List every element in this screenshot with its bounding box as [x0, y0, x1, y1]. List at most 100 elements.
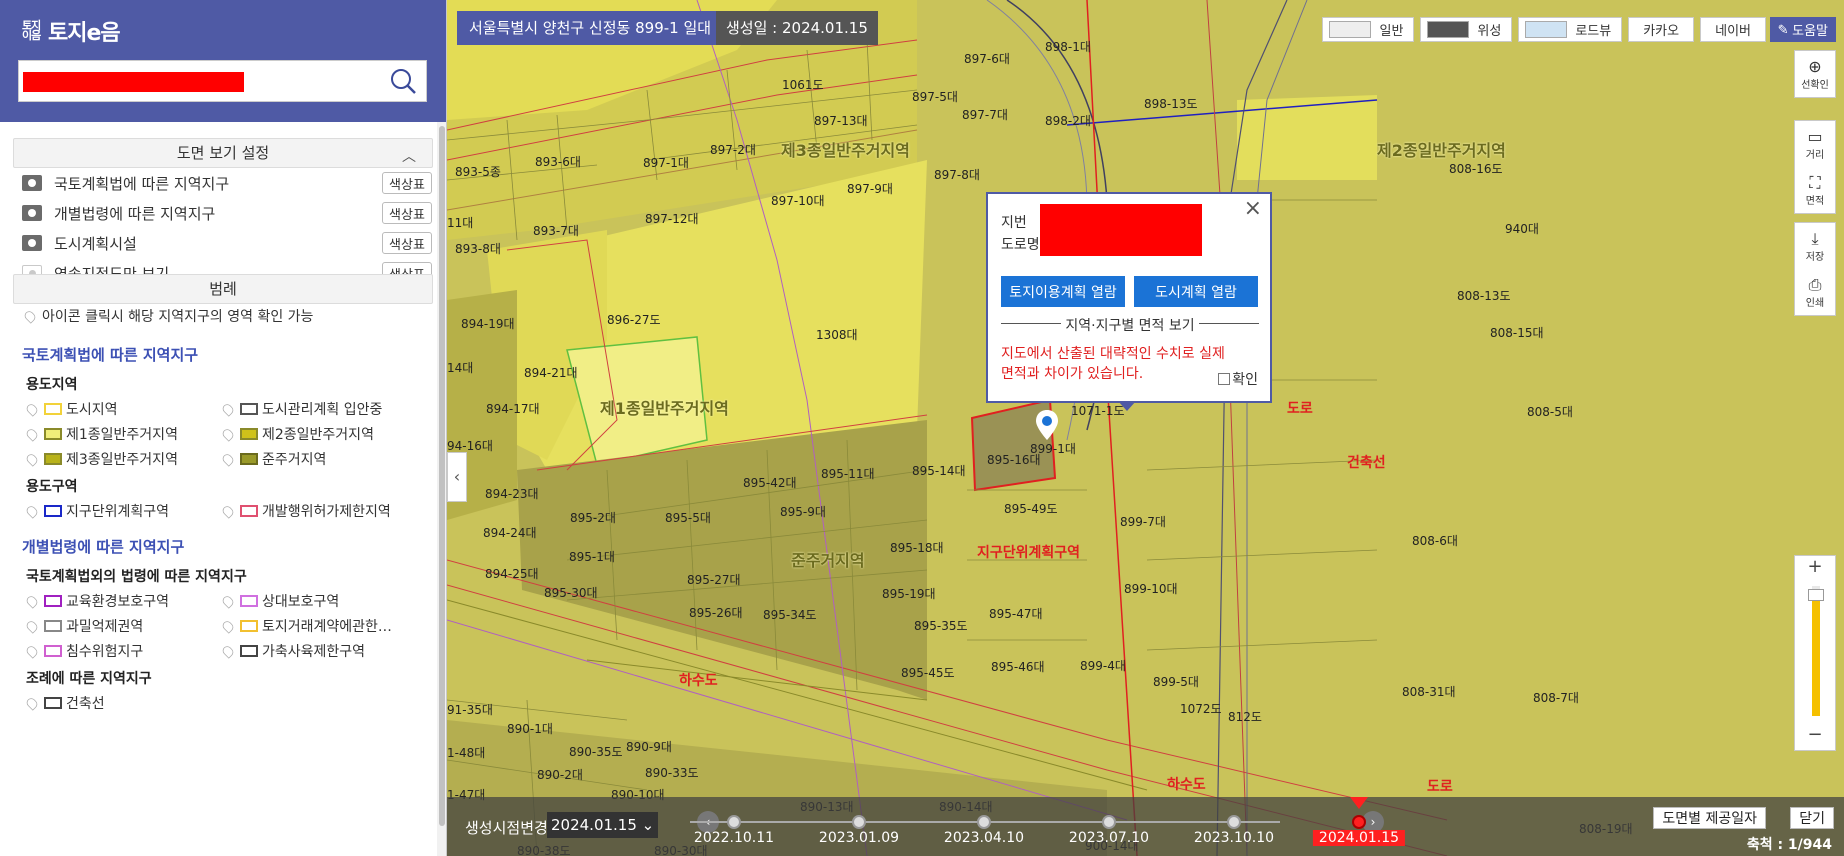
group2-sub2: 조례에 따른 지역지구	[26, 671, 152, 687]
pin-icon[interactable]	[24, 643, 40, 659]
map-type-satellite[interactable]: 위성	[1420, 17, 1513, 42]
timeline-point[interactable]	[1352, 815, 1366, 829]
close-timeline-button[interactable]: 닫기	[1790, 807, 1834, 829]
parcel-label: 897-2대	[710, 143, 756, 157]
pin-icon[interactable]	[24, 451, 40, 467]
address-redacted	[1040, 204, 1202, 256]
pin-icon[interactable]	[24, 503, 40, 519]
zoom-slider[interactable]	[1812, 586, 1820, 716]
logo-small-text: 토지 이음	[22, 19, 41, 42]
timeline-date-label[interactable]: 2023.10.10	[1194, 830, 1274, 846]
search-input[interactable]	[23, 72, 244, 92]
parcel-label: 1-48대	[447, 746, 486, 760]
close-icon[interactable]: ×	[1244, 198, 1262, 220]
land-use-plan-button[interactable]: 토지이용계획 열람	[1001, 276, 1125, 307]
parcel-label: 895-27대	[687, 573, 741, 587]
collapse-sidebar-button[interactable]: ‹	[447, 452, 467, 502]
legend-swatch	[44, 505, 62, 517]
pin-icon[interactable]	[24, 695, 40, 711]
parcel-label: 890-33도	[645, 766, 699, 780]
color-table-button[interactable]: 색상표	[382, 172, 432, 194]
print-tool[interactable]: ⎙ 인쇄	[1795, 269, 1835, 315]
parcel-label: 899-4대	[1080, 659, 1126, 673]
eye-icon[interactable]	[22, 205, 42, 221]
legend-item: 과밀억제권역	[24, 616, 143, 636]
parcel-label: 895-46대	[991, 660, 1045, 674]
sidebar-scrollbar[interactable]	[437, 122, 446, 856]
road-name-label: 도로명	[1001, 237, 1040, 253]
timeline-label: 생성시점변경	[465, 819, 548, 837]
pin-icon[interactable]	[220, 593, 236, 609]
map-type-kakao[interactable]: 카카오	[1628, 17, 1695, 42]
pin-icon[interactable]	[220, 643, 236, 659]
search-button[interactable]	[388, 67, 418, 97]
timeline-point[interactable]	[977, 815, 991, 829]
chevron-right-icon: ›	[1370, 815, 1376, 829]
pin-icon[interactable]	[24, 426, 40, 442]
location-pin-icon[interactable]	[1036, 410, 1058, 440]
legend-item: 제2종일반주거지역	[220, 424, 374, 444]
pin-icon[interactable]	[220, 618, 236, 634]
map-type-roadview[interactable]: 로드뷰	[1518, 17, 1623, 42]
pin-icon[interactable]	[24, 401, 40, 417]
line-check-tool[interactable]: ⊕ 선확인	[1795, 51, 1835, 97]
parcel-label: 895-9대	[780, 505, 826, 519]
confirm-checkbox[interactable]: 확인	[1218, 369, 1258, 389]
parcel-label: 898-13도	[1144, 97, 1198, 111]
city-plan-button[interactable]: 도시계획 열람	[1134, 276, 1258, 307]
group2-sub1: 국토계획법외의 법령에 따른 지역지구	[26, 569, 247, 585]
save-tool[interactable]: ⤓ 저장	[1795, 223, 1835, 269]
parcel-label: 897-7대	[962, 108, 1008, 122]
legend-swatch	[240, 645, 258, 657]
map-view[interactable]: 897-6대 898-1대 1061도 897-5대 897-13대 897-7대 898-…	[447, 0, 1844, 856]
pin-icon[interactable]	[220, 401, 236, 417]
timeline-date-select[interactable]: 2024.01.15 ⌄	[547, 812, 659, 838]
sidebar-content: 도면 보기 설정 ︿ 국토계획법에 따른 지역지구 색상표 개별법령에 따른 지역지…	[0, 122, 446, 856]
timeline-date-label[interactable]: 2024.01.15	[1312, 830, 1406, 846]
address-chip: 서울특별시 양천구 신정동 899-1 일대	[457, 11, 724, 45]
pin-icon[interactable]	[220, 503, 236, 519]
timeline-date-label[interactable]: 2023.01.09	[819, 830, 899, 846]
pin-icon[interactable]	[24, 593, 40, 609]
tool-group-output: ⤓ 저장 ⎙ 인쇄	[1794, 222, 1836, 316]
map-type-naver[interactable]: 네이버	[1700, 17, 1766, 42]
sidebar: 토지 이음 토지e음 도면 보기 설정 ︿ 국토계획법에 따른 지역지구 색상표 개별…	[0, 0, 447, 856]
search-icon	[391, 69, 416, 94]
zone-label: 제2종일반주거지역	[1377, 141, 1506, 160]
timeline-date-label[interactable]: 2023.04.10	[944, 830, 1024, 846]
color-table-button[interactable]: 색상표	[382, 232, 432, 254]
printer-icon: ⎙	[1808, 274, 1822, 294]
parcel-label: 11대	[447, 216, 474, 230]
zoom-knob[interactable]	[1808, 589, 1824, 602]
timeline-point[interactable]	[1227, 815, 1241, 829]
parcel-label: 895-19대	[882, 587, 936, 601]
pin-icon[interactable]	[24, 618, 40, 634]
timeline-date-label[interactable]: 2022.10.11	[694, 830, 774, 846]
distance-tool[interactable]: ▭ 거리	[1795, 121, 1835, 167]
pencil-icon: ✎	[1777, 21, 1793, 37]
timeline-point[interactable]	[1102, 815, 1116, 829]
timeline-point[interactable]	[727, 815, 741, 829]
eye-icon[interactable]	[22, 235, 42, 251]
legend-swatch	[44, 620, 62, 632]
logo-name: 토지e음	[48, 21, 121, 46]
zoom-out-button[interactable]: −	[1795, 724, 1835, 746]
timeline-point[interactable]	[852, 815, 866, 829]
area-tool[interactable]: ⛶ 면적	[1795, 167, 1835, 213]
zoom-in-button[interactable]: +	[1795, 556, 1835, 578]
pin-icon[interactable]	[220, 451, 236, 467]
map-type-basic[interactable]: 일반	[1322, 17, 1415, 42]
help-button[interactable]: ✎ 도움말	[1769, 17, 1836, 42]
dates-by-map-button[interactable]: 도면별 제공일자	[1653, 807, 1766, 829]
pin-icon[interactable]	[220, 426, 236, 442]
timeline-date-label[interactable]: 2023.07.10	[1069, 830, 1149, 846]
eye-icon[interactable]	[22, 175, 42, 191]
group2-title: 개별법령에 따른 지역지구	[22, 538, 185, 556]
timeline-bar: 생성시점변경 2024.01.15 ⌄ ‹ › 2022.10.112023.0…	[447, 797, 1844, 856]
parcel-label: 899-7대	[1120, 515, 1166, 529]
parcel-label: 895-45도	[901, 666, 955, 680]
logo[interactable]: 토지 이음 토지e음	[22, 18, 121, 46]
color-table-button[interactable]: 색상표	[382, 202, 432, 224]
view-settings-header[interactable]: 도면 보기 설정 ︿	[13, 138, 433, 168]
layer-label: 국토계획법에 따른 지역지구	[54, 174, 230, 193]
